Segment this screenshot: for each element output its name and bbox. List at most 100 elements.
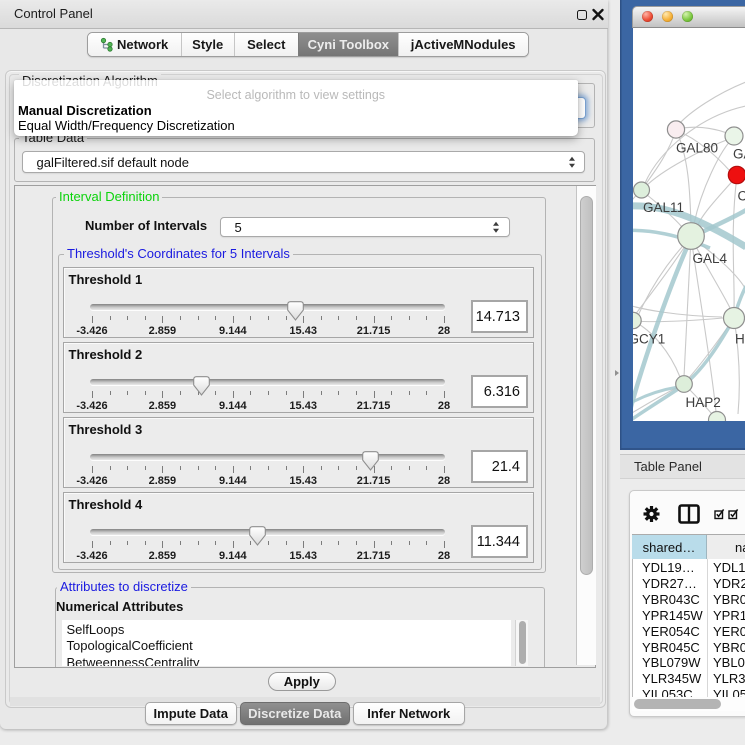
slider-tick: [162, 316, 163, 324]
threshold-value-field[interactable]: 14.713: [471, 300, 528, 333]
slider-tick: [198, 316, 199, 321]
zoom-traffic-light[interactable]: [682, 11, 694, 23]
slider-tick-label: 21.715: [357, 550, 391, 562]
slider-track[interactable]: [90, 529, 446, 535]
list-item[interactable]: BetweennessCentrality: [67, 655, 200, 666]
slider-tick: [268, 541, 269, 546]
slider-tick: [127, 391, 128, 396]
threshold-panel-1: Threshold 1-3.4262.8599.14415.4321.71528…: [63, 267, 535, 338]
checkbox-icon[interactable]: [728, 508, 739, 519]
table-row[interactable]: YBR043CYBR04: [633, 592, 745, 608]
network-node[interactable]: [728, 166, 745, 183]
table-data-combobox[interactable]: galFiltered.sif default node: [22, 151, 585, 173]
list-item[interactable]: TopologicalCoefficient: [67, 638, 193, 653]
slider-tick: [127, 316, 128, 321]
threshold-value-field[interactable]: 11.344: [471, 525, 528, 558]
threshold-value-field[interactable]: 6.316: [471, 375, 528, 408]
tab-jactivemnodules[interactable]: jActiveMNodules: [398, 33, 528, 56]
popup-item-equal-width[interactable]: Equal Width/Frequency Discretization: [18, 118, 235, 133]
threshold-label: Threshold 3: [69, 422, 143, 437]
network-node-label: H: [735, 332, 745, 347]
table-header-name[interactable]: na: [707, 535, 745, 560]
network-node-label: GA: [733, 147, 745, 162]
network-canvas[interactable]: GAL80GACGAL11GAL4GCY1HHAP2: [633, 28, 745, 421]
slider-tick: [145, 466, 146, 471]
table-row[interactable]: YPR145WYPR14: [633, 608, 745, 624]
settings-scrollbar-thumb[interactable]: [580, 196, 593, 575]
table-row[interactable]: YBR045CYBR04: [633, 640, 745, 656]
tab-discretize-data[interactable]: Discretize Data: [240, 702, 351, 726]
slider-thumb[interactable]: [362, 451, 379, 471]
slider-thumb[interactable]: [287, 301, 304, 321]
table-column-divider: [707, 559, 708, 697]
network-node[interactable]: [633, 312, 641, 328]
slider-tick-label: 21.715: [357, 400, 391, 412]
slider-tick: [127, 466, 128, 471]
table-row[interactable]: YBL079WYBL07: [633, 655, 745, 671]
list-item[interactable]: SelfLoops: [67, 622, 125, 637]
minimize-traffic-light[interactable]: [662, 11, 674, 23]
slider-track[interactable]: [90, 379, 446, 385]
checkbox-icon[interactable]: [714, 508, 725, 519]
close-traffic-light[interactable]: [642, 11, 654, 23]
slider-tick: [391, 541, 392, 546]
table-row[interactable]: YER054CYER05: [633, 624, 745, 640]
slider-tick: [321, 541, 322, 546]
popup-item-manual[interactable]: Manual Discretization: [18, 103, 152, 118]
slider-tick-label: 15.43: [289, 550, 317, 562]
slider-thumb[interactable]: [193, 376, 210, 396]
slider-tick: [409, 391, 410, 396]
tab-style[interactable]: Style: [181, 33, 234, 56]
network-node[interactable]: [678, 223, 705, 250]
columns-icon[interactable]: [678, 504, 700, 524]
table-row[interactable]: YLR345WYLR34: [633, 671, 745, 687]
splitter-collapse-icon[interactable]: [615, 370, 619, 376]
combo-stepper-icon: [493, 222, 502, 233]
network-node[interactable]: [667, 121, 684, 138]
tab-infer-network[interactable]: Infer Network: [353, 702, 466, 726]
slider-tick: [338, 466, 339, 471]
slider-tick-label: 2.859: [149, 325, 177, 337]
slider-tick: [444, 541, 445, 549]
threshold-panel-4: Threshold 4-3.4262.8599.14415.4321.71528…: [63, 492, 535, 563]
table-row[interactable]: YIL053CYIL05: [633, 687, 745, 697]
tab-network[interactable]: Network: [88, 33, 181, 56]
slider-tick: [268, 466, 269, 471]
slider-track[interactable]: [90, 454, 446, 460]
network-node[interactable]: [634, 182, 650, 198]
gear-icon[interactable]: [643, 505, 660, 523]
slider-tick: [321, 466, 322, 471]
slider-tick: [374, 391, 375, 399]
network-node-label: GAL80: [676, 141, 718, 156]
table-row[interactable]: YDL19…YDL19: [633, 560, 745, 576]
tab-select[interactable]: Select: [234, 33, 298, 56]
apply-button[interactable]: Apply: [268, 672, 336, 692]
slider-track[interactable]: [90, 304, 446, 310]
network-node[interactable]: [724, 308, 745, 329]
table-hscrollbar-thumb[interactable]: [634, 699, 721, 709]
number-of-intervals-combobox[interactable]: 5: [220, 217, 511, 237]
slider-tick: [198, 541, 199, 546]
tab-cyni-toolbox[interactable]: Cyni Toolbox: [298, 33, 398, 56]
attributes-scrollbar-thumb[interactable]: [519, 621, 527, 664]
attributes-list[interactable]: SelfLoopsTopologicalCoefficient Betweenne…: [62, 620, 511, 667]
slider-tick: [145, 391, 146, 396]
slider-tick: [180, 466, 181, 471]
float-window-icon[interactable]: [577, 10, 587, 20]
close-icon[interactable]: [592, 8, 604, 21]
network-graph: GAL80GACGAL11GAL4GCY1HHAP2: [633, 28, 745, 421]
tab-impute-data[interactable]: Impute Data: [145, 702, 238, 726]
table-header: shared… na: [632, 534, 745, 559]
slider-tick: [321, 391, 322, 396]
network-node-label: GAL11: [643, 200, 684, 215]
table-row[interactable]: YDR27…YDR27: [633, 576, 745, 592]
slider-tick: [162, 391, 163, 399]
slider-tick: [233, 541, 234, 549]
slider-thumb[interactable]: [249, 526, 266, 546]
network-node[interactable]: [676, 376, 693, 393]
table-header-shared[interactable]: shared…: [632, 535, 707, 560]
slider-tick: [426, 466, 427, 471]
number-of-intervals-value: 5: [235, 218, 242, 236]
network-node[interactable]: [725, 127, 743, 145]
threshold-value-field[interactable]: 21.4: [471, 450, 528, 483]
